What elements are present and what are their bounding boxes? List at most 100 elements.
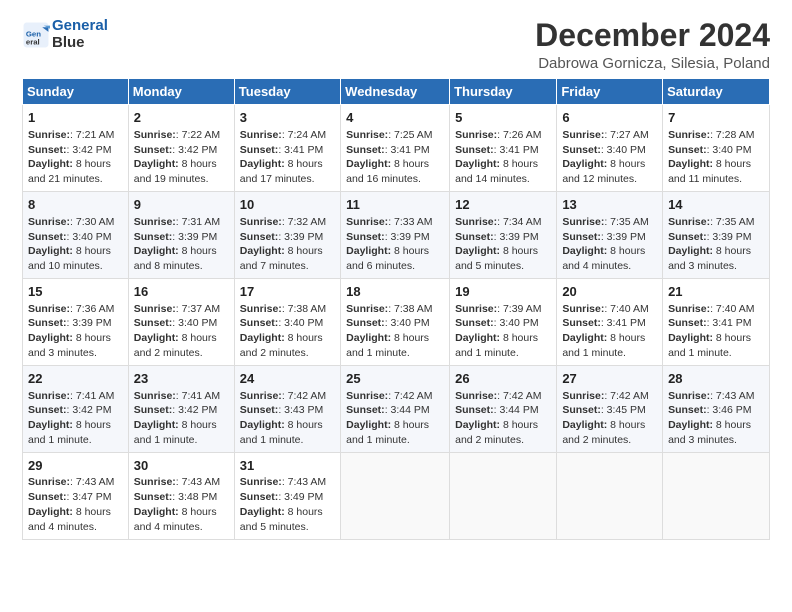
logo: Gen eral General Blue: [22, 18, 108, 51]
logo-text-line1: General: [52, 18, 108, 35]
day-number: 3: [240, 109, 335, 127]
day-info: Sunrise:: 7:42 AMSunset:: 3:44 PMDayligh…: [455, 390, 541, 447]
day-info: Sunrise:: 7:30 AMSunset:: 3:40 PMDayligh…: [28, 216, 114, 273]
day-number: 20: [562, 283, 657, 301]
day-number: 25: [346, 370, 444, 388]
day-info: Sunrise:: 7:27 AMSunset:: 3:40 PMDayligh…: [562, 129, 648, 186]
day-number: 31: [240, 457, 335, 475]
calendar-cell: 22Sunrise:: 7:41 AMSunset:: 3:42 PMDayli…: [23, 365, 129, 452]
day-number: 14: [668, 196, 764, 214]
calendar-cell: 8Sunrise:: 7:30 AMSunset:: 3:40 PMDaylig…: [23, 192, 129, 279]
day-info: Sunrise:: 7:25 AMSunset:: 3:41 PMDayligh…: [346, 129, 432, 186]
day-number: 6: [562, 109, 657, 127]
subtitle: Dabrowa Gornicza, Silesia, Poland: [535, 55, 770, 72]
day-number: 2: [134, 109, 229, 127]
calendar-cell: 11Sunrise:: 7:33 AMSunset:: 3:39 PMDayli…: [341, 192, 450, 279]
page: Gen eral General Blue December 2024 Dabr…: [0, 0, 792, 612]
day-number: 26: [455, 370, 551, 388]
calendar-cell: [557, 452, 663, 539]
day-info: Sunrise:: 7:35 AMSunset:: 3:39 PMDayligh…: [562, 216, 648, 273]
calendar-cell: 31Sunrise:: 7:43 AMSunset:: 3:49 PMDayli…: [234, 452, 340, 539]
calendar-cell: 10Sunrise:: 7:32 AMSunset:: 3:39 PMDayli…: [234, 192, 340, 279]
day-number: 10: [240, 196, 335, 214]
week-row-4: 22Sunrise:: 7:41 AMSunset:: 3:42 PMDayli…: [23, 365, 770, 452]
calendar-cell: [450, 452, 557, 539]
title-block: December 2024 Dabrowa Gornicza, Silesia,…: [535, 18, 770, 72]
day-number: 24: [240, 370, 335, 388]
logo-text-line2: Blue: [52, 35, 108, 52]
header: Gen eral General Blue December 2024 Dabr…: [22, 18, 770, 72]
calendar-cell: 27Sunrise:: 7:42 AMSunset:: 3:45 PMDayli…: [557, 365, 663, 452]
col-header-wednesday: Wednesday: [341, 79, 450, 105]
col-header-thursday: Thursday: [450, 79, 557, 105]
calendar-cell: 7Sunrise:: 7:28 AMSunset:: 3:40 PMDaylig…: [663, 105, 770, 192]
day-info: Sunrise:: 7:22 AMSunset:: 3:42 PMDayligh…: [134, 129, 220, 186]
calendar-cell: 6Sunrise:: 7:27 AMSunset:: 3:40 PMDaylig…: [557, 105, 663, 192]
day-info: Sunrise:: 7:40 AMSunset:: 3:41 PMDayligh…: [562, 303, 648, 360]
day-info: Sunrise:: 7:26 AMSunset:: 3:41 PMDayligh…: [455, 129, 541, 186]
week-row-3: 15Sunrise:: 7:36 AMSunset:: 3:39 PMDayli…: [23, 279, 770, 366]
day-info: Sunrise:: 7:35 AMSunset:: 3:39 PMDayligh…: [668, 216, 754, 273]
day-info: Sunrise:: 7:38 AMSunset:: 3:40 PMDayligh…: [346, 303, 432, 360]
calendar-cell: 2Sunrise:: 7:22 AMSunset:: 3:42 PMDaylig…: [128, 105, 234, 192]
calendar-cell: 24Sunrise:: 7:42 AMSunset:: 3:43 PMDayli…: [234, 365, 340, 452]
day-info: Sunrise:: 7:42 AMSunset:: 3:44 PMDayligh…: [346, 390, 432, 447]
day-number: 27: [562, 370, 657, 388]
day-info: Sunrise:: 7:42 AMSunset:: 3:45 PMDayligh…: [562, 390, 648, 447]
calendar-cell: 28Sunrise:: 7:43 AMSunset:: 3:46 PMDayli…: [663, 365, 770, 452]
calendar-cell: 30Sunrise:: 7:43 AMSunset:: 3:48 PMDayli…: [128, 452, 234, 539]
calendar-cell: 17Sunrise:: 7:38 AMSunset:: 3:40 PMDayli…: [234, 279, 340, 366]
day-number: 11: [346, 196, 444, 214]
day-info: Sunrise:: 7:43 AMSunset:: 3:48 PMDayligh…: [134, 476, 220, 533]
day-number: 30: [134, 457, 229, 475]
calendar-table: SundayMondayTuesdayWednesdayThursdayFrid…: [22, 78, 770, 540]
calendar-cell: 23Sunrise:: 7:41 AMSunset:: 3:42 PMDayli…: [128, 365, 234, 452]
calendar-cell: 29Sunrise:: 7:43 AMSunset:: 3:47 PMDayli…: [23, 452, 129, 539]
day-info: Sunrise:: 7:43 AMSunset:: 3:46 PMDayligh…: [668, 390, 754, 447]
day-info: Sunrise:: 7:41 AMSunset:: 3:42 PMDayligh…: [134, 390, 220, 447]
day-number: 7: [668, 109, 764, 127]
day-number: 13: [562, 196, 657, 214]
day-number: 23: [134, 370, 229, 388]
day-info: Sunrise:: 7:32 AMSunset:: 3:39 PMDayligh…: [240, 216, 326, 273]
day-number: 29: [28, 457, 123, 475]
col-header-saturday: Saturday: [663, 79, 770, 105]
col-header-sunday: Sunday: [23, 79, 129, 105]
day-info: Sunrise:: 7:41 AMSunset:: 3:42 PMDayligh…: [28, 390, 114, 447]
week-row-1: 1Sunrise:: 7:21 AMSunset:: 3:42 PMDaylig…: [23, 105, 770, 192]
calendar-cell: 21Sunrise:: 7:40 AMSunset:: 3:41 PMDayli…: [663, 279, 770, 366]
calendar-cell: 3Sunrise:: 7:24 AMSunset:: 3:41 PMDaylig…: [234, 105, 340, 192]
day-number: 16: [134, 283, 229, 301]
day-info: Sunrise:: 7:40 AMSunset:: 3:41 PMDayligh…: [668, 303, 754, 360]
calendar-cell: 5Sunrise:: 7:26 AMSunset:: 3:41 PMDaylig…: [450, 105, 557, 192]
calendar-cell: 19Sunrise:: 7:39 AMSunset:: 3:40 PMDayli…: [450, 279, 557, 366]
day-info: Sunrise:: 7:28 AMSunset:: 3:40 PMDayligh…: [668, 129, 754, 186]
calendar-cell: 16Sunrise:: 7:37 AMSunset:: 3:40 PMDayli…: [128, 279, 234, 366]
calendar-cell: 26Sunrise:: 7:42 AMSunset:: 3:44 PMDayli…: [450, 365, 557, 452]
week-row-2: 8Sunrise:: 7:30 AMSunset:: 3:40 PMDaylig…: [23, 192, 770, 279]
col-header-monday: Monday: [128, 79, 234, 105]
day-number: 12: [455, 196, 551, 214]
day-number: 5: [455, 109, 551, 127]
calendar-cell: 15Sunrise:: 7:36 AMSunset:: 3:39 PMDayli…: [23, 279, 129, 366]
day-number: 19: [455, 283, 551, 301]
calendar-cell: 25Sunrise:: 7:42 AMSunset:: 3:44 PMDayli…: [341, 365, 450, 452]
day-info: Sunrise:: 7:31 AMSunset:: 3:39 PMDayligh…: [134, 216, 220, 273]
calendar-cell: 18Sunrise:: 7:38 AMSunset:: 3:40 PMDayli…: [341, 279, 450, 366]
logo-icon: Gen eral: [22, 21, 50, 49]
day-info: Sunrise:: 7:33 AMSunset:: 3:39 PMDayligh…: [346, 216, 432, 273]
day-info: Sunrise:: 7:24 AMSunset:: 3:41 PMDayligh…: [240, 129, 326, 186]
calendar-cell: 14Sunrise:: 7:35 AMSunset:: 3:39 PMDayli…: [663, 192, 770, 279]
day-info: Sunrise:: 7:38 AMSunset:: 3:40 PMDayligh…: [240, 303, 326, 360]
calendar-cell: [341, 452, 450, 539]
day-info: Sunrise:: 7:34 AMSunset:: 3:39 PMDayligh…: [455, 216, 541, 273]
day-info: Sunrise:: 7:43 AMSunset:: 3:49 PMDayligh…: [240, 476, 326, 533]
day-info: Sunrise:: 7:37 AMSunset:: 3:40 PMDayligh…: [134, 303, 220, 360]
day-number: 28: [668, 370, 764, 388]
day-number: 1: [28, 109, 123, 127]
calendar-cell: 13Sunrise:: 7:35 AMSunset:: 3:39 PMDayli…: [557, 192, 663, 279]
day-number: 21: [668, 283, 764, 301]
week-row-5: 29Sunrise:: 7:43 AMSunset:: 3:47 PMDayli…: [23, 452, 770, 539]
day-number: 15: [28, 283, 123, 301]
day-number: 4: [346, 109, 444, 127]
